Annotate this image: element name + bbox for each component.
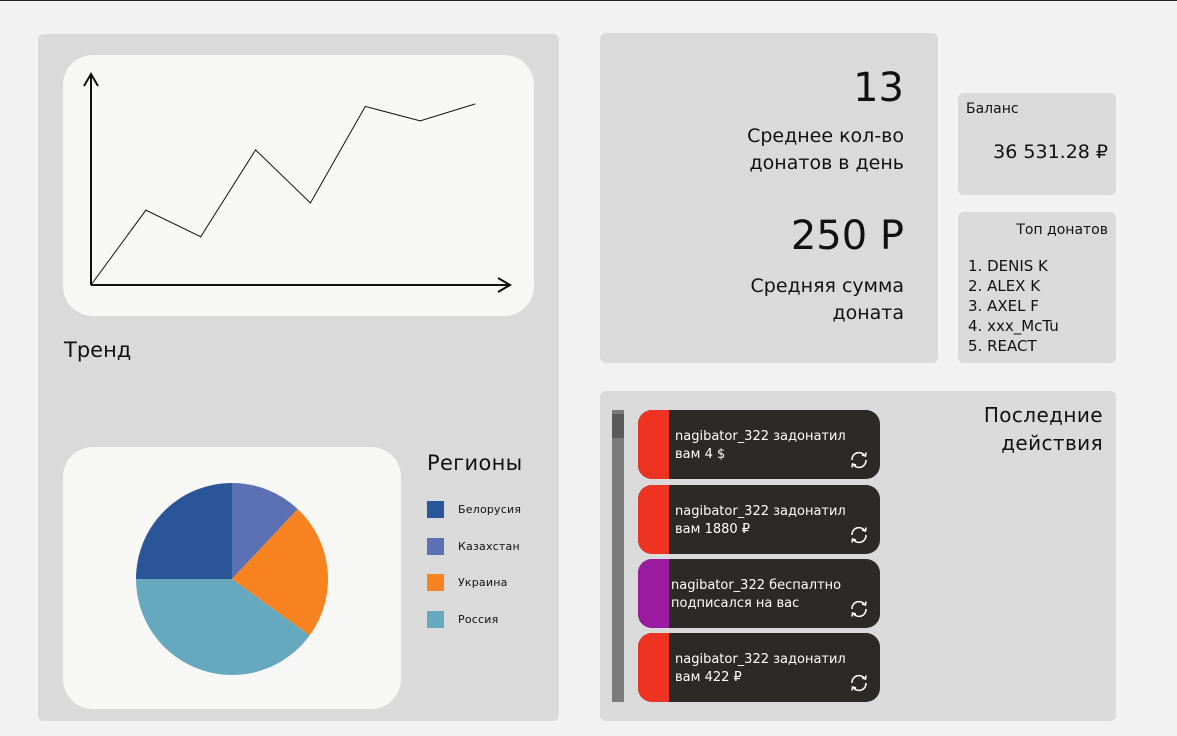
action-accent-strip: [638, 485, 669, 554]
legend-label: Россия: [458, 613, 499, 626]
legend-swatch: [427, 538, 444, 555]
action-text: nagibator_322 задонатил вам 1880 ₽: [675, 504, 846, 537]
refresh-icon[interactable]: [848, 449, 870, 471]
action-accent-strip: [638, 633, 669, 702]
avg-donations-count-label: Среднее кол-во донатов в день: [747, 125, 904, 174]
list-item: 2. ALEX K: [968, 277, 1041, 295]
action-item[interactable]: nagibator_322 задонатил вам 422 ₽: [638, 633, 880, 702]
balance-value: 36 531.28 ₽: [993, 141, 1108, 163]
action-accent-strip: [638, 559, 669, 628]
legend-item-kazakhstan: Казахстан: [427, 538, 520, 555]
analytics-panel: Тренд Регионы Белорусия Казахстан Украин…: [38, 34, 559, 721]
action-item[interactable]: nagibator_322 задонатил вам 1880 ₽: [638, 485, 880, 554]
refresh-icon[interactable]: [848, 672, 870, 694]
legend-item-ukraine: Украина: [427, 574, 508, 591]
avg-donation-sum-label: Средняя сумма доната: [750, 275, 904, 324]
refresh-icon[interactable]: [848, 524, 870, 546]
top-border-line: [0, 0, 1177, 1]
refresh-icon[interactable]: [848, 598, 870, 620]
avg-donations-count: 13: [853, 65, 904, 111]
recent-actions-title: Последние действия: [983, 403, 1103, 455]
action-accent-strip: [638, 410, 669, 479]
stats-panel: 13 Среднее кол-во донатов в день 250 Р С…: [600, 33, 938, 363]
balance-panel: Баланс 36 531.28 ₽: [958, 93, 1116, 195]
pie-slice-belarus: [136, 483, 232, 579]
regions-pie-card: [63, 447, 401, 709]
list-item: 3. AXEL F: [968, 297, 1039, 315]
list-item: 1. DENIS K: [968, 257, 1048, 275]
legend-item-belarus: Белорусия: [427, 501, 521, 518]
action-item[interactable]: nagibator_322 беспалтно подписался на ва…: [638, 559, 880, 628]
trend-chart: [83, 72, 512, 293]
recent-actions-panel: Последние действия nagibator_322 задонат…: [600, 391, 1116, 721]
legend-label: Украина: [458, 576, 508, 589]
top-donations-list: 1. DENIS K 2. ALEX K 3. AXEL F 4. xxx_Mc…: [968, 256, 1059, 356]
scrollbar[interactable]: [612, 410, 624, 702]
top-donations-panel: Топ донатов 1. DENIS K 2. ALEX K 3. AXEL…: [958, 212, 1116, 363]
list-item: 5. REACT: [968, 337, 1037, 355]
balance-title: Баланс: [966, 101, 1019, 117]
list-item: 4. xxx_McTu: [968, 317, 1059, 335]
trend-line: [90, 103, 476, 286]
trend-chart-card: [63, 55, 534, 316]
legend-item-russia: Россия: [427, 611, 498, 628]
legend-label: Казахстан: [458, 540, 520, 553]
regions-title: Регионы: [427, 451, 523, 475]
action-text: nagibator_322 задонатил вам 4 $: [675, 429, 846, 462]
x-axis: [91, 277, 512, 293]
legend-label: Белорусия: [458, 503, 522, 516]
legend-swatch: [427, 574, 444, 591]
avg-donation-sum: 250 Р: [790, 213, 904, 259]
y-axis: [83, 72, 99, 285]
action-text: nagibator_322 беспалтно подписался на ва…: [671, 578, 842, 611]
scrollbar-thumb[interactable]: [612, 414, 624, 438]
action-item[interactable]: nagibator_322 задонатил вам 4 $: [638, 410, 880, 479]
top-donations-title: Топ донатов: [1016, 222, 1108, 238]
legend-swatch: [427, 501, 444, 518]
action-text: nagibator_322 задонатил вам 422 ₽: [675, 652, 846, 685]
regions-pie-chart: [136, 483, 328, 675]
trend-title: Тренд: [64, 338, 132, 362]
legend-swatch: [427, 611, 444, 628]
